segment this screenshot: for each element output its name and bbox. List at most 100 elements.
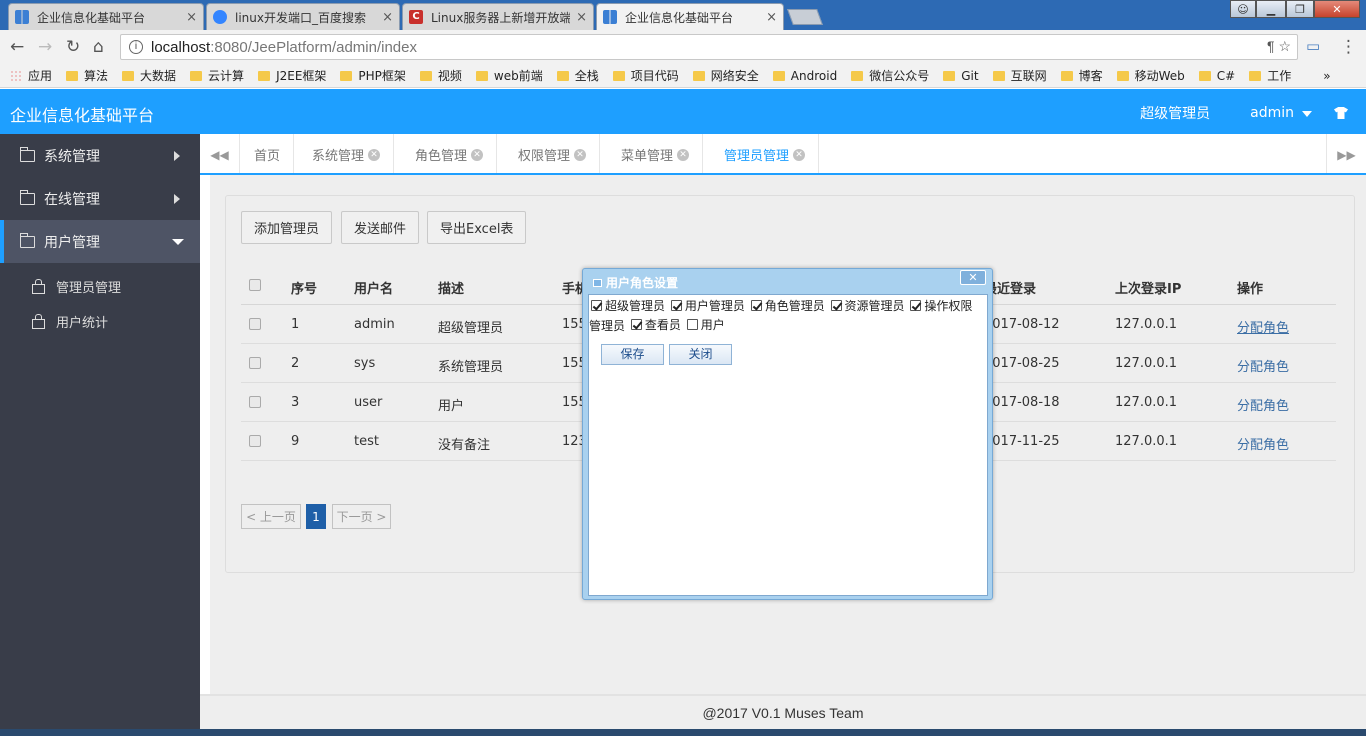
bookmark-item[interactable]: C#: [1198, 69, 1235, 83]
tab-home[interactable]: 首页: [241, 134, 295, 175]
folder-icon: [772, 70, 785, 81]
bookmark-item[interactable]: 互联网: [992, 67, 1047, 84]
checkbox-checked[interactable]: [750, 300, 762, 311]
checkbox-checked[interactable]: [670, 300, 682, 311]
bookmark-item[interactable]: 博客: [1060, 67, 1103, 84]
folder-icon: [122, 70, 135, 81]
bookmark-item[interactable]: 工作: [1249, 67, 1291, 84]
sidebar-item-online[interactable]: 在线管理: [0, 177, 200, 220]
select-all-checkbox[interactable]: [249, 279, 261, 291]
bookmark-item[interactable]: 项目代码: [612, 67, 679, 84]
assign-role-link[interactable]: 分配角色: [1237, 434, 1289, 453]
bookmark-item[interactable]: 大数据: [122, 67, 176, 84]
role-checkbox-super-admin[interactable]: 超级管理员: [589, 297, 665, 314]
assign-role-link[interactable]: 分配角色: [1237, 356, 1289, 375]
next-page-button[interactable]: 下一页 >: [332, 504, 391, 529]
row-checkbox[interactable]: [249, 318, 261, 330]
checkbox-unchecked[interactable]: [686, 319, 698, 330]
minimize-icon[interactable]: ▁: [1256, 0, 1286, 18]
bookmark-item[interactable]: 全栈: [556, 67, 599, 84]
assign-role-link[interactable]: 分配角色: [1237, 317, 1289, 336]
checkbox-checked[interactable]: [830, 300, 842, 311]
assign-role-link[interactable]: 分配角色: [1237, 395, 1289, 414]
tabs-scroll-right-icon[interactable]: ▶▶: [1326, 134, 1366, 175]
home-icon[interactable]: ⌂: [93, 37, 104, 57]
reload-icon[interactable]: ↻: [66, 37, 80, 57]
bookmark-item[interactable]: Android: [772, 69, 837, 83]
col-header-action: 操作: [1237, 282, 1264, 297]
dialog-close-button[interactable]: 关闭: [669, 344, 732, 365]
close-tab-icon[interactable]: ×: [382, 10, 393, 25]
tab-admin-manage[interactable]: 管理员管理 ✕: [711, 134, 820, 175]
bookmark-item[interactable]: 微信公众号: [851, 67, 929, 84]
bookmark-item[interactable]: 云计算: [190, 67, 244, 84]
cast-icon[interactable]: ▭: [1306, 37, 1320, 55]
url-input[interactable]: i localhost :8080/JeePlatform/admin/inde…: [120, 34, 1298, 60]
tab-menus[interactable]: 菜单管理 ✕: [608, 134, 704, 175]
menu-icon[interactable]: ⋮: [1340, 37, 1357, 57]
bookmark-item[interactable]: J2EE框架: [258, 67, 326, 84]
close-tab-icon[interactable]: ✕: [574, 148, 587, 161]
browser-tab-4[interactable]: 企业信息化基础平台 ×: [596, 3, 784, 30]
maximize-icon[interactable]: ❐: [1286, 0, 1314, 18]
bookmark-item[interactable]: 移动Web: [1116, 67, 1185, 84]
bookmark-item[interactable]: 网络安全: [692, 67, 759, 84]
dialog-save-button[interactable]: 保存: [601, 344, 664, 365]
tab-permissions[interactable]: 权限管理 ✕: [505, 134, 601, 175]
close-tab-icon[interactable]: ✕: [471, 148, 484, 161]
role-label: 查看员: [644, 318, 681, 332]
close-tab-icon[interactable]: ×: [186, 10, 197, 25]
sidebar-subitem-label: 用户统计: [56, 316, 109, 331]
tab-roles[interactable]: 角色管理 ✕: [402, 134, 498, 175]
new-tab-button[interactable]: [787, 9, 823, 25]
close-window-icon[interactable]: ✕: [1314, 0, 1360, 18]
row-checkbox[interactable]: [249, 396, 261, 408]
browser-tab-1[interactable]: 企业信息化基础平台 ×: [8, 3, 204, 30]
back-icon[interactable]: ←: [10, 37, 24, 57]
row-checkbox[interactable]: [249, 357, 261, 369]
prev-page-button[interactable]: < 上一页: [241, 504, 301, 529]
role-checkbox-user-admin[interactable]: 用户管理员: [669, 297, 745, 314]
bookmark-apps[interactable]: 应用: [10, 67, 52, 84]
sidebar-item-system[interactable]: 系统管理: [0, 134, 200, 177]
send-mail-button[interactable]: 发送邮件: [341, 211, 420, 244]
role-checkbox-role-admin[interactable]: 角色管理员: [749, 297, 825, 314]
bookmarks-overflow-icon[interactable]: »: [1323, 69, 1330, 83]
role-checkbox-op-perm[interactable]: 操作权限: [908, 297, 972, 314]
user-menu[interactable]: admin: [1230, 105, 1312, 121]
info-icon[interactable]: i: [129, 40, 143, 54]
row-checkbox[interactable]: [249, 435, 261, 447]
sidebar-item-users[interactable]: 用户管理: [0, 220, 200, 263]
close-tab-icon[interactable]: ×: [576, 10, 587, 25]
close-tab-icon[interactable]: ×: [766, 10, 777, 25]
dialog-close-icon[interactable]: ✕: [960, 270, 986, 285]
close-tab-icon[interactable]: ✕: [368, 148, 381, 161]
bookmark-item[interactable]: 视频: [419, 67, 462, 84]
forward-icon[interactable]: →: [38, 37, 52, 57]
theme-skin-icon[interactable]: [1334, 107, 1348, 119]
add-admin-button[interactable]: 添加管理员: [241, 211, 333, 244]
bookmark-item[interactable]: Git: [943, 69, 979, 83]
sidebar-subitem-user-stats[interactable]: 用户统计: [0, 304, 200, 339]
os-taskbar: [0, 729, 1366, 736]
tabs-scroll-left-icon[interactable]: ◀◀: [200, 134, 240, 175]
sidebar-subitem-admin-manage[interactable]: 管理员管理: [0, 269, 200, 304]
tab-system[interactable]: 系统管理 ✕: [299, 134, 395, 175]
checkbox-checked[interactable]: [591, 300, 602, 311]
user-icon[interactable]: ☺: [1230, 0, 1256, 18]
browser-tab-3[interactable]: C Linux服务器上新增开放端 ×: [402, 3, 594, 30]
checkbox-checked[interactable]: [630, 319, 642, 330]
role-checkbox-viewer[interactable]: 查看员: [629, 316, 681, 333]
export-excel-button[interactable]: 导出Excel表: [427, 211, 527, 244]
close-tab-icon[interactable]: ✕: [793, 148, 806, 161]
role-checkbox-user[interactable]: 用户: [685, 316, 725, 333]
page-1-button[interactable]: 1: [306, 504, 326, 529]
bookmark-item[interactable]: PHP框架: [340, 67, 406, 84]
bookmark-star-icon[interactable]: ¶ ☆: [1267, 38, 1291, 55]
checkbox-checked[interactable]: [910, 300, 922, 311]
role-checkbox-resource-admin[interactable]: 资源管理员: [829, 297, 905, 314]
bookmark-item[interactable]: 算法: [66, 67, 108, 84]
close-tab-icon[interactable]: ✕: [677, 148, 690, 161]
bookmark-item[interactable]: web前端: [475, 67, 543, 84]
browser-tab-2[interactable]: linux开发端口_百度搜索 ×: [206, 3, 400, 30]
